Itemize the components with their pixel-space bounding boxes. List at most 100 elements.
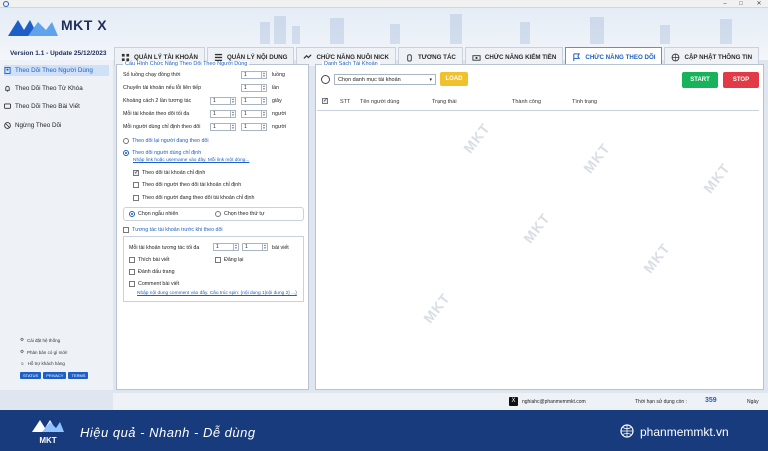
spinner-icon[interactable]: ▲ ▼ [261,124,266,130]
spinner-icon[interactable]: ▲ ▼ [230,98,235,104]
checkbox [133,182,139,188]
app-version: Version 1.1 - Update 25/12/2023 [10,50,107,57]
days-remaining: 359 [705,397,717,404]
radio-indicator [123,138,129,144]
threads-unit: luồng [272,72,285,78]
field-value: 1 [244,98,247,104]
select-all-checkbox[interactable] [322,97,328,104]
max-follow-unit: người [272,111,287,117]
interact-max-label: Mỗi tài khoản tương tác tối đa [129,245,200,251]
field-value: 1 [213,124,216,130]
footer-website[interactable]: phanmemmkt.vn [640,425,729,439]
spinner-icon[interactable]: ▲ ▼ [261,98,266,104]
status-chip[interactable]: STATUS [20,372,42,379]
sidebar-item-label: Ngừng Theo Dõi [15,122,62,129]
sidebar-item-follow-by-keyword[interactable]: Theo Dõi Theo Từ Khóa [4,83,109,94]
spinner-icon[interactable]: ▲ ▼ [233,244,238,250]
specific-users-link[interactable]: Nhập link hoặc username vào đây. Mỗi lin… [133,158,249,163]
spinner-icon[interactable]: ▲ ▼ [261,72,266,78]
start-button[interactable]: START [682,72,718,88]
switch-account-input[interactable]: 1 ▲ ▼ [241,84,267,92]
sidebar-item-unfollow[interactable]: Ngừng Theo Dõi [4,120,109,131]
check-follow-followers[interactable]: Theo dõi người theo dõi tài khoản chỉ đị… [133,182,241,188]
comment-content-link[interactable]: Nhập nội dung comment vào đây. Cấu trúc … [137,291,297,296]
checkbox [129,281,135,287]
support-label: Hỗ trợ khách hàng [27,361,65,366]
tab-label: QUẢN LÝ NỘI DUNG [226,53,288,61]
whats-new-link[interactable]: ⚙ Phản bản có gì mới! [20,349,68,355]
interact-before-check[interactable]: Tương tác tài khoản trước khi theo dõi [123,227,223,233]
checkbox [215,257,221,263]
app-logo: MKT X [8,14,118,40]
follow-back-radio[interactable]: Theo dõi lại người đang theo dõi [123,138,209,144]
checkbox [133,169,139,176]
threads-input[interactable]: 1 ▲ ▼ [241,71,267,79]
interval-min-input[interactable]: 1 ▲ ▼ [210,97,236,105]
check-label: Theo dõi người đang theo dõi tài khoản c… [142,195,255,201]
stop-button[interactable]: STOP [723,72,759,88]
system-settings-link[interactable]: ⚙ Cài đặt hệ thống [20,337,60,343]
app-small-icon [3,1,9,7]
interact-max-input[interactable]: 1 ▲ ▼ [242,243,268,251]
per-user-min-input[interactable]: 1 ▲ ▼ [210,123,236,131]
like-check[interactable]: Thích bài viết [129,257,170,263]
threads-label: Số luồng chạy đồng thời [123,72,181,78]
sidebar: Theo Dõi Theo Người Dùng Theo Dõi Theo T… [0,60,113,390]
switch-account-unit: lần [272,85,280,91]
minimize-button[interactable]: – [718,0,732,8]
sidebar-item-label: Theo Dõi Theo Người Dùng [15,67,93,74]
config-panel-title: Cấu Hình Chức Năng Theo Dõi Theo Người D… [123,61,250,67]
check-label: Theo dõi người theo dõi tài khoản chỉ đị… [142,182,242,188]
checkbox [133,195,139,201]
account-category-select[interactable]: Chọn danh mục tài khoản ▾ [334,74,436,85]
terms-chip[interactable]: TERMS [68,372,89,379]
col-success: Thành công [512,99,542,105]
max-follow-min-input[interactable]: 1 ▲ ▼ [210,110,236,118]
city-skyline-art [260,14,732,44]
spinner-icon[interactable]: ▲ ▼ [261,85,266,91]
follow-specific-radio[interactable]: Theo dõi người dùng chỉ định [123,150,201,156]
bell-icon [5,85,10,92]
comment-check[interactable]: Comment bài viết [129,281,179,287]
sidebar-item-follow-by-user[interactable]: Theo Dõi Theo Người Dùng [4,65,109,76]
random-radio[interactable]: Chọn ngẫu nhiên [129,211,178,217]
close-button[interactable]: ✕ [752,0,766,8]
support-link[interactable]: ☺ Hỗ trợ khách hàng [20,361,65,366]
interval-max-input[interactable]: 1 ▲ ▼ [241,97,267,105]
tab-label: CHỨC NĂNG THEO DÕI [585,54,656,61]
interact-min-input[interactable]: 1 ▲ ▼ [213,243,239,251]
tab-label: CHỨC NĂNG KIẾM TIỀN [484,53,557,61]
field-value: 1 [244,124,247,130]
footer-chips: STATUS PRIVACY TERMS [20,372,89,379]
check-follow-specified[interactable]: Theo dõi tài khoản chỉ định [133,169,205,176]
specific-users-link-text: Nhập link hoặc username vào đây. Mỗi lin… [133,158,250,163]
spinner-icon[interactable]: ▲ ▼ [261,111,266,117]
spinner-icon[interactable]: ▲ ▼ [262,244,267,250]
per-user-max-input[interactable]: 1 ▲ ▼ [241,123,267,131]
max-follow-max-input[interactable]: 1 ▲ ▼ [241,110,267,118]
load-button[interactable]: LOAD [440,72,468,86]
hand-icon [407,53,412,62]
globe-icon [620,424,634,438]
field-value: 1 [244,85,247,91]
refresh-icon[interactable] [321,75,330,84]
bookmark-label: Đánh dấu trang [138,269,175,275]
privacy-chip[interactable]: PRIVACY [43,372,67,379]
follow-specific-label: Theo dõi người dùng chỉ định [132,150,202,156]
field-value: 1 [244,111,247,117]
tab-label: CHỨC NĂNG NUÔI NICK [316,53,389,61]
radio-indicator [215,211,221,217]
spinner-icon[interactable]: ▲ ▼ [230,111,235,117]
spinner-icon[interactable]: ▲ ▼ [230,124,235,130]
maximize-button[interactable]: □ [734,0,748,8]
order-radio[interactable]: Chọn theo thứ tự [215,211,264,217]
chat-icon [4,103,11,109]
interval-unit: giây [272,98,282,104]
bookmark-check[interactable]: Đánh dấu trang [129,269,175,275]
user-email: nghiahc@phanmemmkt.com [522,399,586,405]
sidebar-item-follow-by-post[interactable]: Theo Dõi Theo Bài Viết [4,101,109,112]
user-icon [4,67,11,74]
check-follow-following[interactable]: Theo dõi người đang theo dõi tài khoản c… [133,195,254,201]
repost-check[interactable]: Đăng lại [215,257,243,263]
field-value: 1 [216,244,219,250]
